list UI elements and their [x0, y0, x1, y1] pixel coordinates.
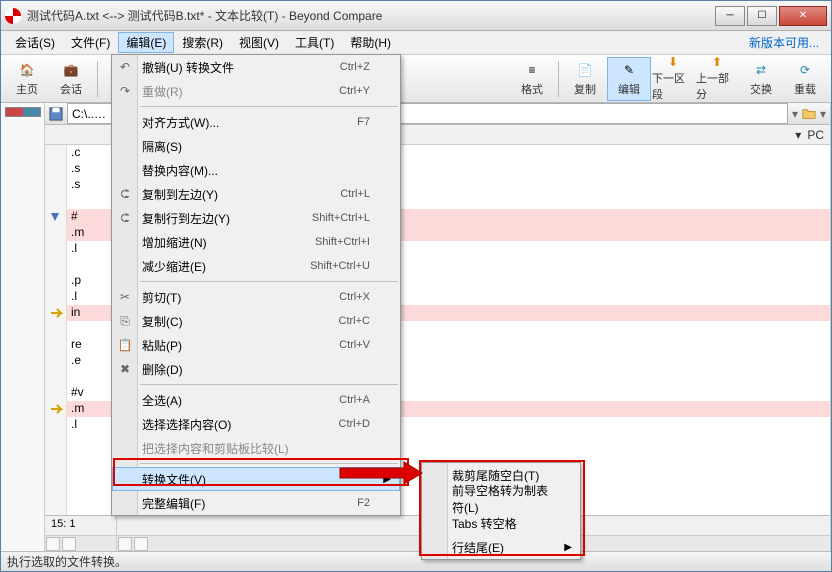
minimize-button[interactable]: ─: [715, 6, 745, 26]
save-icon[interactable]: [49, 107, 63, 121]
left-marks: [45, 145, 67, 515]
menu-tools[interactable]: 工具(T): [287, 32, 342, 53]
menu-item[interactable]: ✖删除(D): [112, 357, 400, 381]
copy-icon: 📄: [575, 60, 595, 80]
menu-item[interactable]: 减少缩进(E)Shift+Ctrl+U: [112, 254, 400, 278]
menu-item[interactable]: 对齐方式(W)...F7: [112, 110, 400, 134]
briefcase-icon: 💼: [61, 60, 81, 80]
open-folder-icon[interactable]: [802, 107, 816, 121]
divider: [97, 61, 98, 97]
left-info: [45, 125, 116, 145]
left-code[interactable]: .c.s.s# .m.l.p.linre.e#v.m.l: [67, 145, 116, 515]
menu-file[interactable]: 文件(F): [63, 32, 118, 53]
menu-item[interactable]: ⮈复制到左边(Y)Ctrl+L: [112, 182, 400, 206]
next-diff-button[interactable]: ⬇下一区段: [651, 57, 695, 101]
left-path[interactable]: C:\...\素材: [67, 103, 112, 124]
dropdown-icon[interactable]: ▾: [792, 107, 798, 121]
format-icon: ≡: [522, 60, 542, 80]
titlebar: 测试代码A.txt <--> 测试代码B.txt* - 文本比较(T) - Be…: [1, 1, 831, 31]
menu-item[interactable]: 📋粘贴(P)Ctrl+V: [112, 333, 400, 357]
menu-item[interactable]: 完整编辑(F)F2: [112, 491, 400, 515]
left-pane: C:\...\素材 .c.s.s# .m.l.p.linre.e#v.m.l 1…: [45, 103, 117, 551]
browse-dropdown-icon[interactable]: ▾: [820, 107, 826, 121]
swap-icon: ⇄: [751, 60, 771, 80]
menu-view[interactable]: 视图(V): [231, 32, 287, 53]
window-title: 测试代码A.txt <--> 测试代码B.txt* - 文本比较(T) - Be…: [27, 7, 713, 24]
menu-item[interactable]: 转换文件(V)▶: [112, 467, 400, 491]
prev-diff-button[interactable]: ⬆上一部分: [695, 57, 739, 101]
menubar: 会话(S) 文件(F) 编辑(E) 搜索(R) 视图(V) 工具(T) 帮助(H…: [1, 31, 831, 55]
menu-item[interactable]: 全选(A)Ctrl+A: [112, 388, 400, 412]
menu-item[interactable]: 替换内容(M)...: [112, 158, 400, 182]
menu-edit[interactable]: 编辑(E): [118, 32, 174, 53]
left-strip: [45, 535, 116, 551]
swap-button[interactable]: ⇄交换: [739, 57, 783, 101]
menu-search[interactable]: 搜索(R): [174, 32, 231, 53]
menu-session[interactable]: 会话(S): [7, 32, 63, 53]
reload-icon: ⟳: [795, 60, 815, 80]
menu-item[interactable]: 增加缩进(N)Shift+Ctrl+I: [112, 230, 400, 254]
update-link[interactable]: 新版本可用...: [749, 34, 825, 51]
edit-dropdown: ↶撤销(U) 转换文件Ctrl+Z↷重做(R)Ctrl+Y 对齐方式(W)...F…: [111, 54, 401, 516]
home-button[interactable]: 🏠主页: [5, 57, 49, 101]
edit-button[interactable]: ✎编辑: [607, 57, 651, 101]
diff-thumb: [5, 107, 41, 117]
menu-item[interactable]: ↶撤销(U) 转换文件Ctrl+Z: [112, 55, 400, 79]
menu-help[interactable]: 帮助(H): [342, 32, 399, 53]
menu-item[interactable]: 选择选择内容(O)Ctrl+D: [112, 412, 400, 436]
statusbar: 执行选取的文件转换。: [1, 551, 831, 571]
thumbnail-gutter[interactable]: [1, 103, 45, 551]
transform-submenu: 裁剪尾随空白(T)前导空格转为制表符(L)Tabs 转空格行结尾(E)▶: [421, 462, 581, 560]
reload-button[interactable]: ⟳重载: [783, 57, 827, 101]
menu-item[interactable]: 隔离(S): [112, 134, 400, 158]
divider: [558, 61, 559, 97]
submenu-item[interactable]: 行结尾(E)▶: [422, 535, 580, 559]
menu-item[interactable]: ↷重做(R)Ctrl+Y: [112, 79, 400, 103]
status-text: 执行选取的文件转换。: [7, 553, 127, 570]
home-icon: 🏠: [17, 60, 37, 80]
pencil-icon: ✎: [619, 60, 639, 80]
session-button[interactable]: 💼会话: [49, 57, 93, 101]
menu-item[interactable]: 把选择内容和剪贴板比较(L): [112, 436, 400, 460]
cursor-pos: 15: 1: [45, 515, 116, 535]
menu-item[interactable]: ⮈复制行到左边(Y)Shift+Ctrl+L: [112, 206, 400, 230]
close-button[interactable]: ✕: [779, 6, 827, 26]
menu-item[interactable]: ⎘复制(C)Ctrl+C: [112, 309, 400, 333]
menu-item[interactable]: ✂剪切(T)Ctrl+X: [112, 285, 400, 309]
maximize-button[interactable]: ☐: [747, 6, 777, 26]
submenu-item[interactable]: Tabs 转空格: [422, 511, 580, 535]
format-button[interactable]: ≡格式: [510, 57, 554, 101]
copy-button[interactable]: 📄复制: [563, 57, 607, 101]
down-arrow-icon: ⬇: [663, 55, 683, 69]
submenu-item[interactable]: 前导空格转为制表符(L): [422, 487, 580, 511]
app-icon: [5, 8, 21, 24]
up-arrow-icon: ⬆: [707, 55, 727, 69]
